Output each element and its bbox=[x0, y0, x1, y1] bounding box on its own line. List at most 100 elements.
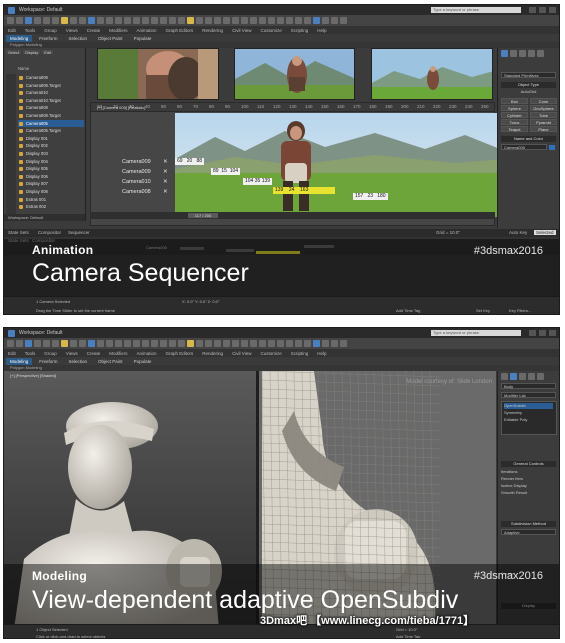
toolbar-tool-8-icon[interactable] bbox=[70, 17, 77, 24]
explorer-item[interactable]: Display 007 bbox=[18, 180, 84, 188]
explorer-item[interactable]: Camera009.Target bbox=[18, 82, 84, 90]
create-cylinder-button[interactable]: Cylinder bbox=[501, 112, 528, 118]
create-tab-icon[interactable] bbox=[501, 373, 508, 380]
toolbar-tool-38-icon[interactable] bbox=[340, 17, 347, 24]
modify-tab-icon[interactable] bbox=[510, 373, 517, 380]
state-sets-tab[interactable]: State Sets bbox=[8, 230, 29, 235]
toolbar-tool-6-icon[interactable] bbox=[52, 17, 59, 24]
ribbon-tab-freeform[interactable]: Freeform bbox=[35, 35, 61, 42]
explorer-tab-select[interactable]: Select bbox=[6, 50, 22, 55]
toolbar-tool-20-icon[interactable] bbox=[178, 340, 185, 347]
sequencer-tab[interactable]: Sequencer bbox=[68, 230, 90, 235]
menu-customize[interactable]: Customize bbox=[260, 351, 281, 356]
create-sphere-button[interactable]: Sphere bbox=[501, 105, 528, 111]
toolbar-tool-24-icon[interactable] bbox=[214, 340, 221, 347]
menu-animation[interactable]: Animation bbox=[137, 351, 157, 356]
clip-3-values[interactable]: 104 35 139 bbox=[243, 178, 273, 185]
toolbar-tool-12-icon[interactable] bbox=[106, 17, 113, 24]
modify-tab-icon[interactable] bbox=[510, 50, 517, 57]
toolbar-tool-28-icon[interactable] bbox=[250, 17, 257, 24]
toolbar-tool-12-icon[interactable] bbox=[106, 340, 113, 347]
name-and-color-rollout[interactable]: Name and Color bbox=[501, 136, 556, 142]
toolbar-tool-18-icon[interactable] bbox=[160, 17, 167, 24]
explorer-item[interactable]: Camera009 bbox=[18, 74, 84, 82]
minimize-icon[interactable] bbox=[529, 7, 536, 13]
viewport-label[interactable]: [+] [Perspective] [Shaded] bbox=[10, 373, 56, 378]
ribbon-tab-modeling[interactable]: Modeling bbox=[6, 34, 33, 42]
menu-graph-editors[interactable]: Graph Editors bbox=[166, 351, 194, 356]
menu-help[interactable]: Help bbox=[317, 351, 326, 356]
create-plane-button[interactable]: Plane bbox=[530, 126, 557, 132]
toolbar-tool-22-icon[interactable] bbox=[196, 340, 203, 347]
toolbar-tool-15-icon[interactable] bbox=[133, 340, 140, 347]
toolbar-tool-29-icon[interactable] bbox=[259, 17, 266, 24]
general-controls-rollout[interactable]: General Controls bbox=[501, 461, 556, 467]
toolbar-tool-21-icon[interactable] bbox=[187, 340, 194, 347]
toolbar-tool-9-icon[interactable] bbox=[79, 340, 86, 347]
clip-2-values[interactable]: 89 15 104 bbox=[211, 168, 241, 175]
search-box[interactable]: Type a keyword or phrase bbox=[431, 330, 521, 336]
motion-tab-icon[interactable] bbox=[528, 50, 535, 57]
create-cone-button[interactable]: Cone bbox=[530, 98, 557, 104]
explorer-footer[interactable]: Workspace: Default bbox=[4, 214, 85, 221]
close-icon[interactable] bbox=[549, 7, 556, 13]
toolbar-tool-36-icon[interactable] bbox=[322, 17, 329, 24]
stack-item-editable-poly[interactable]: Editable Poly bbox=[504, 417, 553, 423]
menu-scripting[interactable]: Scripting bbox=[291, 351, 309, 356]
toolbar-tool-19-icon[interactable] bbox=[169, 17, 176, 24]
toolbar-tool-34-icon[interactable] bbox=[304, 17, 311, 24]
menu-customize[interactable]: Customize bbox=[260, 28, 281, 33]
display-tab-icon[interactable] bbox=[537, 373, 544, 380]
ribbon-tab-populate[interactable]: Populate bbox=[130, 358, 156, 365]
menu-group[interactable]: Group bbox=[44, 351, 57, 356]
autogrid-checkbox[interactable]: AutoGrid bbox=[501, 89, 556, 95]
maximize-icon[interactable] bbox=[539, 330, 546, 336]
toolbar-tool-25-icon[interactable] bbox=[223, 340, 230, 347]
toolbar-tool-13-icon[interactable] bbox=[115, 340, 122, 347]
app-logo-icon[interactable] bbox=[8, 329, 15, 337]
explorer-item[interactable]: Camera005.Target bbox=[18, 127, 84, 135]
toolbar-tool-30-icon[interactable] bbox=[268, 340, 275, 347]
menu-rendering[interactable]: Rendering bbox=[202, 351, 223, 356]
menu-create[interactable]: Create bbox=[87, 351, 101, 356]
explorer-item[interactable]: Display 006 bbox=[18, 173, 84, 181]
camera-viewport[interactable] bbox=[175, 113, 505, 217]
explorer-item[interactable]: Display 002 bbox=[18, 142, 84, 150]
create-pyramid-button[interactable]: Pyramid bbox=[530, 119, 557, 125]
create-tube-button[interactable]: Tube bbox=[530, 112, 557, 118]
toolbar-tool-31-icon[interactable] bbox=[277, 340, 284, 347]
camera-thumbnail-3[interactable] bbox=[371, 48, 493, 100]
toolbar-tool-8-icon[interactable] bbox=[70, 340, 77, 347]
menu-views[interactable]: Views bbox=[66, 28, 78, 33]
toolbar-tool-7-icon[interactable] bbox=[61, 17, 68, 24]
remove-track-4-icon[interactable]: ✕ bbox=[163, 189, 168, 195]
app-logo-icon[interactable] bbox=[8, 6, 15, 14]
toolbar-tool-27-icon[interactable] bbox=[241, 17, 248, 24]
explorer-item[interactable]: Display 008 bbox=[18, 188, 84, 196]
toolbar-tool-22-icon[interactable] bbox=[196, 17, 203, 24]
menu-help[interactable]: Help bbox=[317, 28, 326, 33]
toolbar-tool-37-icon[interactable] bbox=[331, 17, 338, 24]
toolbar-tool-1-icon[interactable] bbox=[7, 340, 14, 347]
toolbar-tool-33-icon[interactable] bbox=[295, 17, 302, 24]
search-box[interactable]: Type a keyword or phrase bbox=[431, 7, 521, 13]
toolbar-tool-26-icon[interactable] bbox=[232, 340, 239, 347]
menu-create[interactable]: Create bbox=[87, 28, 101, 33]
toolbar-tool-2-icon[interactable] bbox=[16, 17, 23, 24]
explorer-item[interactable]: Camera008 bbox=[18, 104, 84, 112]
stack-item-opensubdiv[interactable]: OpenSubdiv bbox=[504, 403, 553, 409]
create-torus-button[interactable]: Torus bbox=[501, 119, 528, 125]
toolbar-tool-24-icon[interactable] bbox=[214, 17, 221, 24]
create-geosphere-button[interactable]: GeoSphere bbox=[530, 105, 557, 111]
stack-item-symmetry[interactable]: Symmetry bbox=[504, 410, 553, 416]
add-time-tag[interactable]: Add Time Tag bbox=[396, 308, 420, 313]
time-slider-track[interactable]: 117 / 200 bbox=[90, 212, 495, 219]
explorer-item[interactable]: Extras 002 bbox=[18, 203, 84, 211]
primitive-type-dropdown[interactable]: Standard Primitives bbox=[501, 72, 556, 78]
explorer-tab-display[interactable]: Display bbox=[23, 50, 41, 55]
object-type-rollout[interactable]: Object Type bbox=[501, 82, 556, 88]
toolbar-tool-35-icon[interactable] bbox=[313, 17, 320, 24]
ribbon-tab-object-paint[interactable]: Object Paint bbox=[94, 358, 127, 365]
toolbar-tool-11-icon[interactable] bbox=[97, 17, 104, 24]
display-tab-icon[interactable] bbox=[537, 50, 544, 57]
